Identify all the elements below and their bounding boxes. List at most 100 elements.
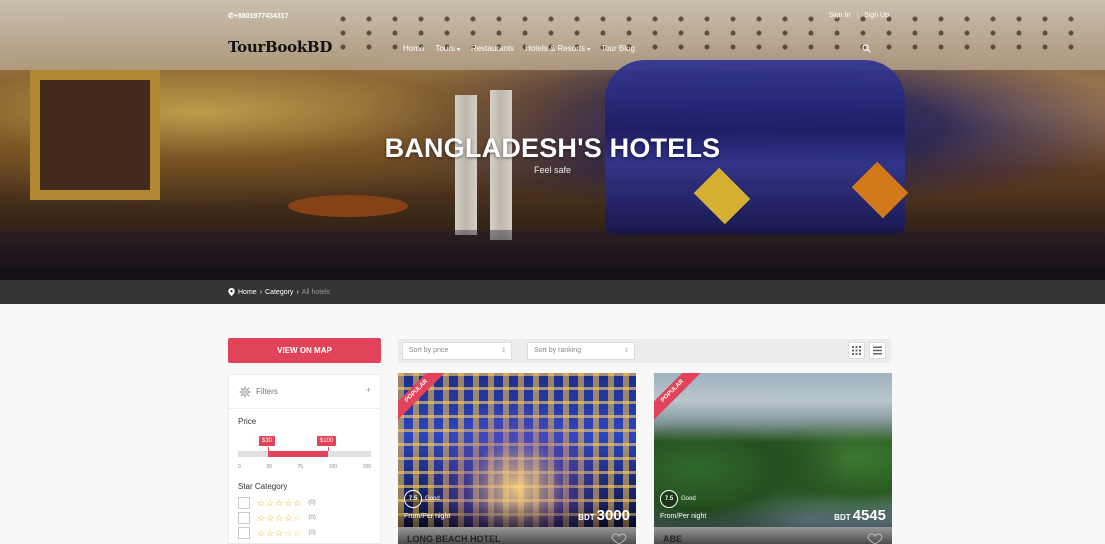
auth-links: Sign In | Sign Up bbox=[825, 12, 889, 19]
price-min-handle[interactable]: $30 bbox=[259, 436, 276, 446]
sort-by-ranking-select[interactable]: Sort by ranking ⇕ bbox=[527, 342, 635, 360]
list-view-button[interactable] bbox=[869, 342, 886, 359]
sign-up-link[interactable]: Sign Up bbox=[864, 12, 889, 19]
star-filter-3[interactable]: ☆☆☆☆☆ (0) bbox=[238, 527, 380, 539]
hotel-name[interactable]: ABE bbox=[663, 534, 682, 544]
star-filter-4[interactable]: ☆☆☆☆☆ (0) bbox=[238, 512, 380, 524]
star-filter-5[interactable]: ☆☆☆☆☆ (0) bbox=[238, 497, 380, 509]
sign-in-link[interactable]: Sign In bbox=[829, 12, 851, 19]
nav-restaurants[interactable]: Restaurants bbox=[471, 44, 514, 53]
star-empty: ☆ bbox=[293, 512, 303, 523]
nav-tour-blog[interactable]: Tour Blog bbox=[601, 44, 635, 53]
main-nav: Home Tours ▾ Restaurants Hotels & Resorts… bbox=[403, 44, 635, 53]
price-value: 3000 bbox=[596, 507, 630, 524]
nav-tours[interactable]: Tours ▾ bbox=[435, 44, 460, 53]
nav-hotels-label: Hotels & Resorts bbox=[525, 44, 586, 53]
sort-toolbar: Sort by price ⇕ Sort by ranking ⇕ bbox=[398, 339, 891, 363]
sort-ranking-label: Sort by ranking bbox=[534, 347, 582, 354]
price-tick: 150 bbox=[362, 464, 371, 470]
phone-text: +8801977434317 bbox=[233, 13, 289, 20]
star-checkbox[interactable] bbox=[238, 497, 250, 509]
price-tick: 30 bbox=[266, 464, 272, 470]
sort-arrows-icon: ⇕ bbox=[623, 348, 629, 354]
search-icon[interactable] bbox=[862, 44, 871, 53]
sort-by-price-select[interactable]: Sort by price ⇕ bbox=[402, 342, 512, 360]
price-max-handle[interactable]: $100 bbox=[317, 436, 337, 446]
hotel-card[interactable]: POPULAR 7.5 Good From/Per night BDT 3000 … bbox=[398, 373, 636, 544]
view-on-map-button[interactable]: VIEW ON MAP bbox=[228, 338, 381, 363]
gear-icon bbox=[239, 386, 251, 397]
hotel-name[interactable]: LONG BEACH HOTEL bbox=[407, 534, 501, 544]
chevron-down-icon: ▾ bbox=[587, 47, 591, 53]
filters-label: Filters bbox=[256, 387, 278, 396]
star-category-label: Star Category bbox=[238, 482, 288, 491]
breadcrumb-separator: › bbox=[259, 288, 263, 296]
price: BDT 4545 bbox=[834, 507, 886, 524]
star-filled: ☆☆☆☆ bbox=[257, 512, 294, 523]
score-label: Good bbox=[681, 496, 696, 502]
breadcrumb-home[interactable]: Home bbox=[238, 289, 257, 296]
price-slider[interactable]: $30 $100 0 30 75 100 150 bbox=[238, 426, 371, 470]
price-slider-range bbox=[268, 451, 328, 457]
price-tick: 100 bbox=[328, 464, 338, 470]
price-currency: BDT bbox=[834, 513, 851, 522]
price-value: 4545 bbox=[852, 507, 886, 524]
sort-arrows-icon: ⇕ bbox=[500, 348, 506, 354]
star-checkbox[interactable] bbox=[238, 527, 250, 539]
breadcrumb-current: All hotels bbox=[301, 288, 331, 296]
breadcrumb-bar: Home › Category › All hotels bbox=[0, 280, 1105, 304]
heart-icon[interactable] bbox=[864, 533, 886, 544]
hotel-card[interactable]: POPULAR 7.5 Good From/Per night BDT 4545 … bbox=[654, 373, 892, 544]
star-filled: ☆☆☆ bbox=[257, 527, 285, 538]
price-scale: 0 30 75 100 150 bbox=[238, 464, 371, 470]
top-bar: ✆+8801977434317 Sign In | Sign Up bbox=[0, 12, 1105, 24]
hero-banner: ✆+8801977434317 Sign In | Sign Up TourBo… bbox=[0, 0, 1105, 280]
site-logo[interactable]: TourBookBD bbox=[228, 38, 332, 56]
star-checkbox[interactable] bbox=[238, 512, 250, 524]
price-label: Price bbox=[238, 417, 257, 426]
navbar: TourBookBD Home Tours ▾ Restaurants Hotel… bbox=[0, 38, 1105, 58]
map-pin-icon bbox=[228, 288, 235, 296]
star-count: (0) bbox=[308, 500, 316, 506]
per-night-label: From/Per night bbox=[660, 513, 707, 520]
price-min-marker bbox=[268, 447, 269, 451]
per-night-label: From/Per night bbox=[404, 513, 451, 520]
star-rating: ☆☆☆☆☆ bbox=[257, 497, 303, 508]
filters-panel: Filters + Price $30 $100 0 30 75 100 150… bbox=[228, 374, 381, 544]
grid-view-icon bbox=[852, 346, 861, 355]
filters-header[interactable]: Filters + bbox=[229, 375, 380, 409]
nav-blog-label: Tour Blog bbox=[601, 44, 635, 53]
price-currency: BDT bbox=[578, 513, 595, 522]
filters-toggle[interactable]: + bbox=[366, 385, 371, 395]
nav-home[interactable]: Home bbox=[403, 44, 424, 53]
star-count: (0) bbox=[308, 515, 316, 521]
price-tick: 0 bbox=[238, 464, 241, 470]
breadcrumb: Home › Category › All hotels bbox=[228, 288, 330, 296]
breadcrumb-separator: › bbox=[296, 288, 299, 296]
phone-number[interactable]: ✆+8801977434317 bbox=[228, 12, 289, 20]
score-circle: 7.5 bbox=[404, 490, 422, 508]
hero-title: BANGLADESH'S HOTELS bbox=[384, 133, 721, 163]
nav-tours-label: Tours bbox=[435, 44, 455, 53]
price: BDT 3000 bbox=[578, 507, 630, 524]
star-rating: ☆☆☆☆☆ bbox=[257, 513, 302, 524]
score-circle: 7.5 bbox=[660, 490, 678, 508]
chevron-down-icon: ▾ bbox=[456, 47, 460, 53]
nav-restaurants-label: Restaurants bbox=[470, 44, 515, 53]
sort-price-label: Sort by price bbox=[409, 347, 449, 354]
auth-separator: | bbox=[856, 12, 859, 19]
star-rating: ☆☆☆☆☆ bbox=[257, 528, 302, 539]
list-view-icon bbox=[873, 346, 882, 355]
nav-hotels-resorts[interactable]: Hotels & Resorts ▾ bbox=[525, 44, 590, 53]
breadcrumb-category[interactable]: Category bbox=[265, 289, 293, 296]
price-max-marker bbox=[328, 447, 329, 451]
price-tick: 75 bbox=[297, 464, 304, 470]
nav-home-label: Home bbox=[403, 44, 425, 53]
rating-score: 7.5 Good bbox=[660, 490, 696, 508]
rating-score: 7.5 Good bbox=[404, 490, 440, 508]
heart-icon[interactable] bbox=[608, 533, 630, 544]
star-count: (0) bbox=[308, 530, 316, 536]
grid-view-button[interactable] bbox=[848, 342, 865, 359]
hero-subtitle: Feel safe bbox=[533, 165, 572, 175]
star-empty: ☆☆ bbox=[284, 527, 303, 538]
